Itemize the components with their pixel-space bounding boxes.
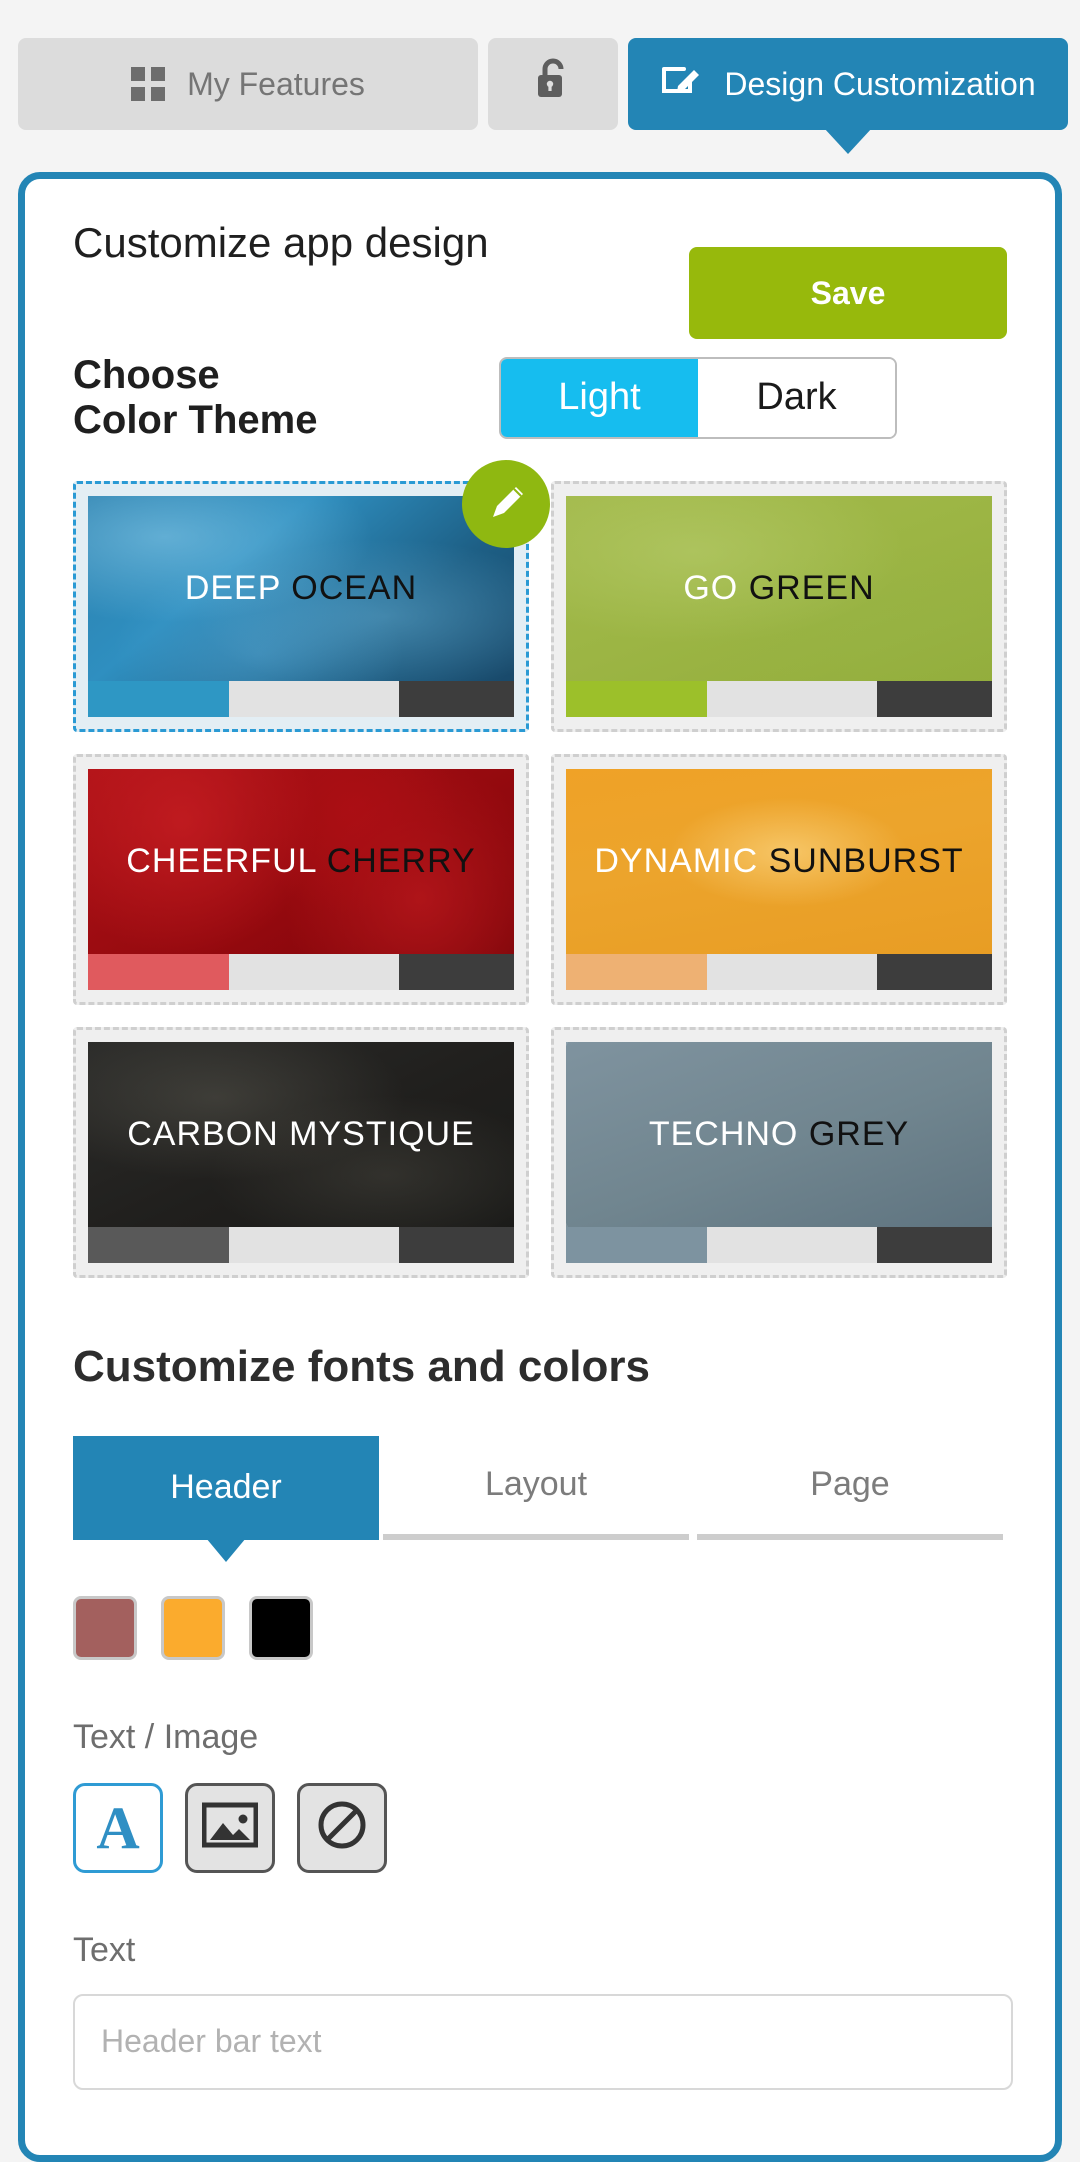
text-image-label: Text / Image [73,1717,259,1756]
theme-grid: DEEP OCEAN GO GREEN CHEERFUL CHERRY DYNAMIC… [73,459,1007,1278]
theme-preview: CARBON MYSTIQUE [88,1041,514,1227]
pencil-icon [493,486,523,517]
strip-color-3 [876,680,992,717]
lock-icon [534,57,572,111]
strip-color-2 [706,1226,877,1263]
strip-color-3 [876,953,992,990]
tab-my-features[interactable]: My Features [18,38,478,130]
mode-none-button[interactable] [297,1782,387,1873]
strip-color-2 [706,953,877,990]
choose-color-theme-label: Choose Color Theme [73,353,318,442]
choose-color-theme-row: Choose Color Theme Light Dark [73,353,1007,443]
theme-name-first: CHEERFUL [126,841,317,880]
theme-name-second: OCEAN [291,568,418,607]
theme-card[interactable]: CHEERFUL CHERRY [73,753,529,1005]
toggle-option-dark[interactable]: Dark [698,358,895,437]
theme-edit-button[interactable] [462,459,550,548]
theme-name-second: MYSTIQUE [289,1114,475,1153]
customize-fonts-colors-title: Customize fonts and colors [73,1341,650,1391]
letter-a-icon: A [96,1794,140,1861]
color-swatch-1[interactable] [73,1595,137,1660]
theme-name: CHEERFUL CHERRY [126,842,475,881]
theme-preview: TECHNO GREY [566,1041,992,1227]
strip-color-1 [566,953,707,990]
strip-color-3 [876,1226,992,1263]
theme-card[interactable]: CARBON MYSTIQUE [73,1026,529,1278]
theme-name-first: GO [683,568,739,607]
active-tab-arrow [824,128,872,154]
strip-color-3 [398,1226,514,1263]
image-icon [201,1802,259,1853]
theme-name-second: SUNBURST [768,841,964,880]
strip-color-3 [398,953,514,990]
tab-my-features-label: My Features [187,65,365,102]
color-swatch-3[interactable] [249,1595,313,1660]
theme-color-strip [88,953,514,990]
theme-name: CARBON MYSTIQUE [127,1115,475,1154]
theme-card[interactable]: DYNAMIC SUNBURST [551,753,1007,1005]
theme-name-second: GREY [808,1114,910,1153]
text-label: Text [73,1930,136,1969]
tab-page[interactable]: Page [697,1435,1003,1540]
text-image-mode-buttons: A [73,1782,1007,1873]
theme-name-second: CHERRY [326,841,476,880]
theme-card[interactable]: TECHNO GREY [551,1026,1007,1278]
theme-color-strip [566,953,992,990]
theme-name-first: DYNAMIC [594,841,759,880]
fonts-colors-tabs: Header Layout Page [73,1435,1007,1562]
toggle-option-light[interactable]: Light [501,358,698,437]
top-tab-bar: My Features Design Customization [0,0,1080,154]
tab-design-customization[interactable]: Design Customization [628,38,1068,154]
tab-design-customization-label: Design Customization [724,65,1036,102]
light-dark-toggle[interactable]: Light Dark [499,356,897,439]
theme-name: GO GREEN [683,569,874,608]
color-swatch-2[interactable] [161,1595,225,1660]
strip-color-1 [88,1226,229,1263]
theme-preview: CHEERFUL CHERRY [88,768,514,954]
strip-color-2 [228,680,399,717]
strip-color-2 [228,953,399,990]
strip-color-2 [706,680,877,717]
theme-name: TECHNO GREY [649,1115,909,1154]
theme-name-first: TECHNO [648,1114,799,1153]
strip-color-1 [88,953,229,990]
mode-text-button[interactable]: A [73,1782,163,1873]
theme-color-strip [566,680,992,717]
strip-color-1 [566,680,707,717]
theme-preview: DEEP OCEAN [88,495,514,681]
theme-card[interactable]: DEEP OCEAN [73,459,550,732]
theme-preview: DYNAMIC SUNBURST [566,768,992,954]
strip-color-1 [566,1226,707,1263]
strip-color-2 [228,1226,399,1263]
tab-header-label: Header [170,1468,282,1507]
tab-header[interactable]: Header [73,1435,379,1562]
save-button[interactable]: Save [689,247,1007,339]
theme-color-strip [88,1226,514,1263]
theme-name-first: CARBON [127,1114,279,1153]
theme-color-strip [88,680,514,717]
edit-pencil-icon [660,59,702,109]
strip-color-3 [398,680,514,717]
theme-name-first: DEEP [184,568,281,607]
theme-card[interactable]: GO GREEN [551,480,1007,732]
theme-color-strip [566,1226,992,1263]
theme-name: DEEP OCEAN [185,569,417,608]
theme-preview: GO GREEN [566,495,992,681]
grid-icon [131,67,166,101]
tab-lock[interactable] [488,38,618,130]
tab-layout[interactable]: Layout [383,1435,689,1540]
theme-name-second: GREEN [748,568,875,607]
design-customization-panel: Customize app design Save Choose Color T… [18,172,1062,2162]
tab-header-arrow [206,1537,246,1562]
header-bar-text-input[interactable] [73,1993,1013,2090]
color-swatch-row [73,1595,1007,1660]
mode-image-button[interactable] [185,1782,275,1873]
no-entry-icon [316,1799,368,1856]
theme-name: DYNAMIC SUNBURST [594,842,963,881]
strip-color-1 [88,680,229,717]
